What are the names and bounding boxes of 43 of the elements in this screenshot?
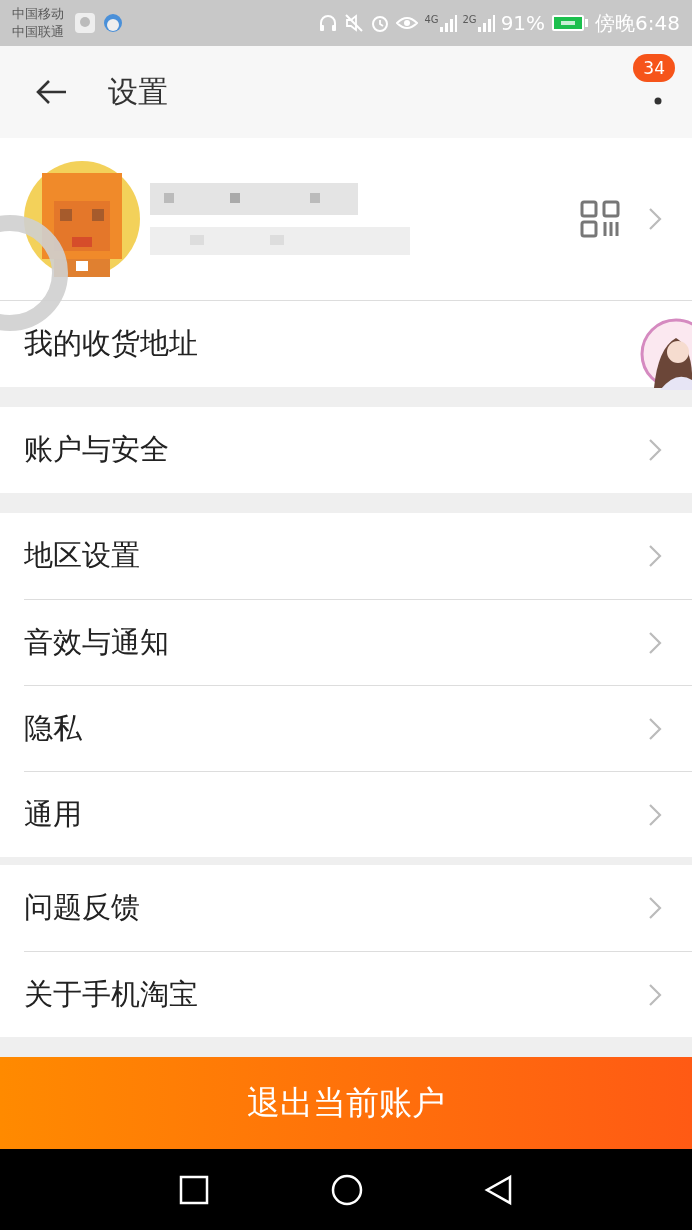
- settings-item[interactable]: 地区设置: [24, 513, 692, 599]
- settings-item-label: 地区设置: [24, 537, 140, 574]
- signal-icon: [476, 14, 495, 32]
- settings-item[interactable]: 关于手机淘宝: [24, 951, 692, 1037]
- back-arrow-icon: [36, 79, 68, 105]
- recent-apps-icon[interactable]: [178, 1174, 210, 1206]
- settings-item[interactable]: 通用: [24, 771, 692, 857]
- carrier-name: 中国移动: [12, 5, 64, 23]
- network-type: 2G: [462, 14, 477, 25]
- chevron-right-icon: [648, 982, 662, 1007]
- mute-icon: [344, 13, 365, 33]
- alarm-icon: [370, 13, 391, 33]
- settings-item-label: 音效与通知: [24, 623, 169, 661]
- qr-code-icon: [580, 200, 620, 238]
- settings-item[interactable]: 音效与通知: [24, 599, 692, 685]
- battery-charging-icon: [551, 13, 590, 33]
- settings-item-label: 问题反馈: [24, 889, 140, 926]
- settings-item-label: 我的收货地址: [24, 325, 198, 362]
- page-title: 设置: [108, 72, 168, 111]
- settings-item-label: 关于手机淘宝: [24, 975, 198, 1013]
- home-icon[interactable]: [330, 1173, 364, 1207]
- settings-item-label: 隐私: [24, 709, 82, 747]
- chevron-right-icon: [648, 630, 662, 655]
- settings-item[interactable]: 问题反馈: [24, 865, 692, 951]
- chevron-right-icon: [648, 802, 662, 827]
- headphones-icon: [318, 13, 339, 33]
- network-type: 4G: [424, 14, 439, 25]
- back-triangle-icon[interactable]: [484, 1174, 514, 1206]
- chevron-right-icon: [648, 716, 662, 741]
- settings-item-label: 账户与安全: [24, 431, 169, 468]
- chevron-right-icon: [648, 896, 662, 920]
- chevron-right-icon: [648, 438, 662, 462]
- carrier-name: 中国联通: [12, 23, 64, 41]
- chevron-right-icon: [648, 544, 662, 568]
- chevron-right-icon: [648, 207, 662, 231]
- more-icon: [654, 97, 662, 105]
- settings-item[interactable]: 隐私: [24, 685, 692, 771]
- signal-icon: [438, 14, 457, 32]
- back-button[interactable]: [36, 79, 68, 105]
- app-notification-icon: [74, 12, 96, 34]
- cloud-icon: [102, 12, 124, 34]
- settings-item-label: 通用: [24, 795, 82, 833]
- notification-badge: 34: [633, 54, 675, 82]
